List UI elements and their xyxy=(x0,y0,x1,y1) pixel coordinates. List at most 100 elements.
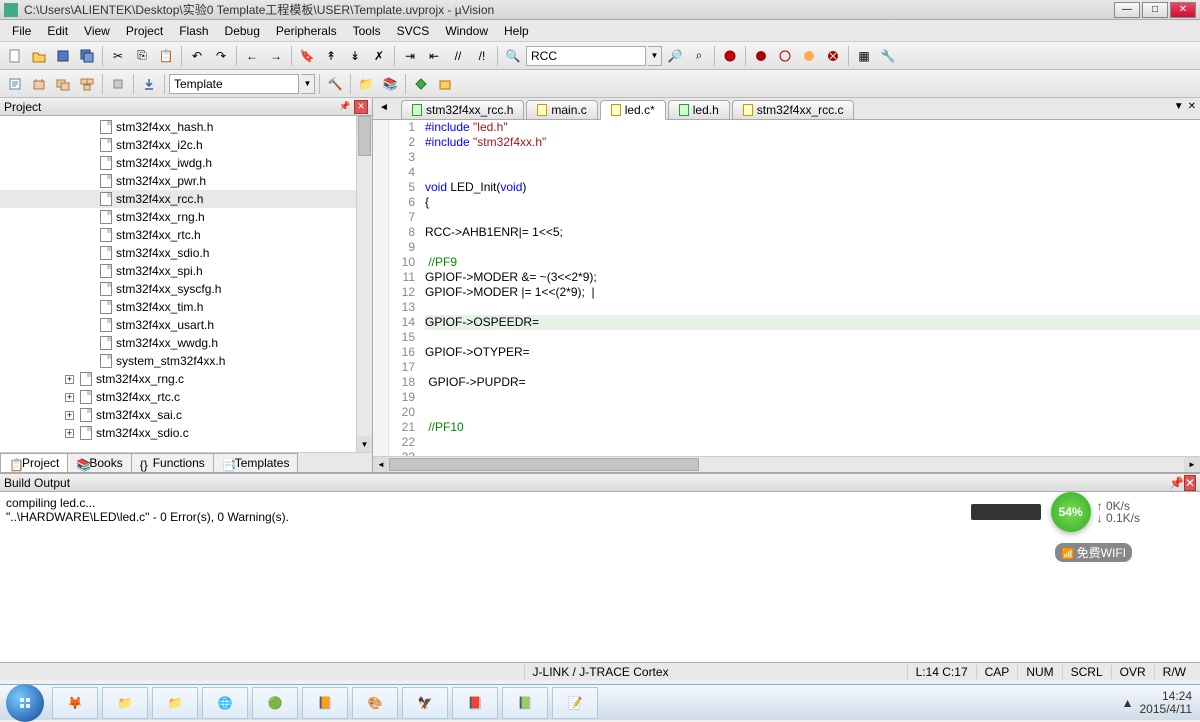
hscroll-right[interactable]: ► xyxy=(1184,457,1200,472)
bookmark-next-button[interactable]: ↡ xyxy=(344,45,366,67)
taskbar-app-10[interactable]: 📗 xyxy=(502,687,548,719)
system-monitor-widget[interactable]: 54% ↑ 0K/s ↓ 0.1K/s xyxy=(971,492,1140,532)
editor-tab[interactable]: led.h xyxy=(668,100,730,119)
undo-button[interactable]: ↶ xyxy=(186,45,208,67)
expand-icon[interactable]: + xyxy=(65,411,74,420)
target-combo[interactable]: Template xyxy=(169,74,299,94)
configure-button[interactable]: 🔧 xyxy=(877,45,899,67)
tree-file[interactable]: stm32f4xx_spi.h xyxy=(0,262,372,280)
menu-view[interactable]: View xyxy=(76,22,118,40)
save-all-button[interactable] xyxy=(76,45,98,67)
taskbar-app-7[interactable]: 🎨 xyxy=(352,687,398,719)
manage-rte-button[interactable] xyxy=(410,73,432,95)
pane-pin-button[interactable]: 📌 xyxy=(338,100,352,114)
build-output-body[interactable]: compiling led.c..."..\HARDWARE\LED\led.c… xyxy=(0,492,1200,662)
maximize-button[interactable]: □ xyxy=(1142,2,1168,18)
tree-file[interactable]: stm32f4xx_rng.h xyxy=(0,208,372,226)
pane-close-button[interactable]: ✕ xyxy=(354,100,368,114)
tree-file[interactable]: stm32f4xx_usart.h xyxy=(0,316,372,334)
find-dropdown-button[interactable]: ▼ xyxy=(648,46,662,66)
editor-tab[interactable]: stm32f4xx_rcc.c xyxy=(732,100,855,119)
code-lines[interactable]: #include "led.h"#include "stm32f4xx.h"vo… xyxy=(419,120,1200,456)
tree-group[interactable]: +stm32f4xx_rtc.c xyxy=(0,388,372,406)
editor-tab[interactable]: stm32f4xx_rcc.h xyxy=(401,100,524,119)
tray-clock[interactable]: 14:24 2015/4/11 xyxy=(1140,690,1193,716)
tree-group[interactable]: +stm32f4xx_sdio.c xyxy=(0,424,372,442)
breakpoint-kill-button[interactable] xyxy=(822,45,844,67)
menu-tools[interactable]: Tools xyxy=(345,22,389,40)
bookmark-button[interactable]: 🔖 xyxy=(296,45,318,67)
project-tab-functions[interactable]: {}Functions xyxy=(131,453,214,472)
build-pin-button[interactable]: 📌 xyxy=(1169,476,1184,490)
find-combobox[interactable]: RCC xyxy=(526,46,646,66)
incremental-find-button[interactable]: ⌕ xyxy=(688,45,710,67)
tree-file[interactable]: stm32f4xx_i2c.h xyxy=(0,136,372,154)
tree-scrollbar[interactable]: ▲ ▼ xyxy=(356,116,372,452)
system-tray[interactable]: ▲ 14:24 2015/4/11 xyxy=(1122,690,1200,716)
editor-hscrollbar[interactable]: ◄ ► xyxy=(373,456,1200,472)
project-tab-project[interactable]: 📋Project xyxy=(0,453,68,472)
tree-group[interactable]: +stm32f4xx_sai.c xyxy=(0,406,372,424)
breakpoint-button[interactable] xyxy=(750,45,772,67)
nav-back-button[interactable]: ← xyxy=(241,45,263,67)
taskbar-app-5[interactable]: 🟢 xyxy=(252,687,298,719)
tree-file[interactable]: stm32f4xx_hash.h xyxy=(0,118,372,136)
breakpoint-disable-button[interactable] xyxy=(798,45,820,67)
tree-file[interactable]: stm32f4xx_tim.h xyxy=(0,298,372,316)
menu-svcs[interactable]: SVCS xyxy=(389,22,438,40)
outdent-button[interactable]: ⇤ xyxy=(423,45,445,67)
taskbar-app-8[interactable]: 🦅 xyxy=(402,687,448,719)
editor-tab[interactable]: main.c xyxy=(526,100,597,119)
select-packs-button[interactable] xyxy=(434,73,456,95)
start-button[interactable] xyxy=(6,684,44,722)
hscroll-left[interactable]: ◄ xyxy=(373,457,389,472)
tree-file[interactable]: stm32f4xx_iwdg.h xyxy=(0,154,372,172)
expand-icon[interactable]: + xyxy=(65,375,74,384)
project-tab-templates[interactable]: 📑Templates xyxy=(213,453,299,472)
file-ext-button[interactable]: 📁 xyxy=(355,73,377,95)
tree-file[interactable]: stm32f4xx_rtc.h xyxy=(0,226,372,244)
scroll-thumb[interactable] xyxy=(358,116,371,156)
tab-dropdown-button[interactable]: ▼ xyxy=(1174,101,1184,112)
copy-button[interactable]: ⎘ xyxy=(131,45,153,67)
taskbar-app-2[interactable]: 📁 xyxy=(102,687,148,719)
cut-button[interactable]: ✂ xyxy=(107,45,129,67)
build-close-button[interactable]: ✕ xyxy=(1184,475,1196,491)
expand-icon[interactable]: + xyxy=(65,429,74,438)
uncomment-button[interactable]: /! xyxy=(471,45,493,67)
windows-taskbar[interactable]: 🦊 📁 📁 🌐 🟢 📙 🎨 🦅 📕 📗 📝 ▲ 14:24 2015/4/11 xyxy=(0,684,1200,720)
taskbar-app-3[interactable]: 📁 xyxy=(152,687,198,719)
tree-file[interactable]: stm32f4xx_rcc.h xyxy=(0,190,372,208)
project-tab-books[interactable]: 📚Books xyxy=(67,453,131,472)
window-layout-button[interactable]: ▦ xyxy=(853,45,875,67)
save-button[interactable] xyxy=(52,45,74,67)
hscroll-thumb[interactable] xyxy=(389,458,699,471)
wifi-badge[interactable]: 📶 免费WIFI xyxy=(1055,543,1132,562)
options-button[interactable]: 🔨 xyxy=(324,73,346,95)
comment-button[interactable]: // xyxy=(447,45,469,67)
find-button[interactable]: 🔍 xyxy=(502,45,524,67)
new-file-button[interactable] xyxy=(4,45,26,67)
breakpoint-enable-button[interactable] xyxy=(774,45,796,67)
download-button[interactable] xyxy=(138,73,160,95)
taskbar-app-4[interactable]: 🌐 xyxy=(202,687,248,719)
indent-button[interactable]: ⇥ xyxy=(399,45,421,67)
editor-tab[interactable]: led.c* xyxy=(600,100,666,120)
find-in-files-button[interactable]: 🔎 xyxy=(664,45,686,67)
taskbar-app-9[interactable]: 📕 xyxy=(452,687,498,719)
tree-file[interactable]: stm32f4xx_wwdg.h xyxy=(0,334,372,352)
menu-project[interactable]: Project xyxy=(118,22,171,40)
breakpoint-gutter[interactable]: ✕ xyxy=(373,120,389,456)
tree-file[interactable]: stm32f4xx_sdio.h xyxy=(0,244,372,262)
build-button[interactable] xyxy=(28,73,50,95)
menu-help[interactable]: Help xyxy=(496,22,537,40)
debug-button[interactable] xyxy=(719,45,741,67)
expand-icon[interactable]: + xyxy=(65,393,74,402)
tree-file[interactable]: system_stm32f4xx.h xyxy=(0,352,372,370)
cpu-usage-orb[interactable]: 54% xyxy=(1051,492,1091,532)
tree-group[interactable]: +stm32f4xx_rng.c xyxy=(0,370,372,388)
taskbar-app-6[interactable]: 📙 xyxy=(302,687,348,719)
tray-arrow-icon[interactable]: ▲ xyxy=(1122,696,1134,710)
target-dropdown-button[interactable]: ▼ xyxy=(301,74,315,94)
stop-build-button[interactable] xyxy=(107,73,129,95)
